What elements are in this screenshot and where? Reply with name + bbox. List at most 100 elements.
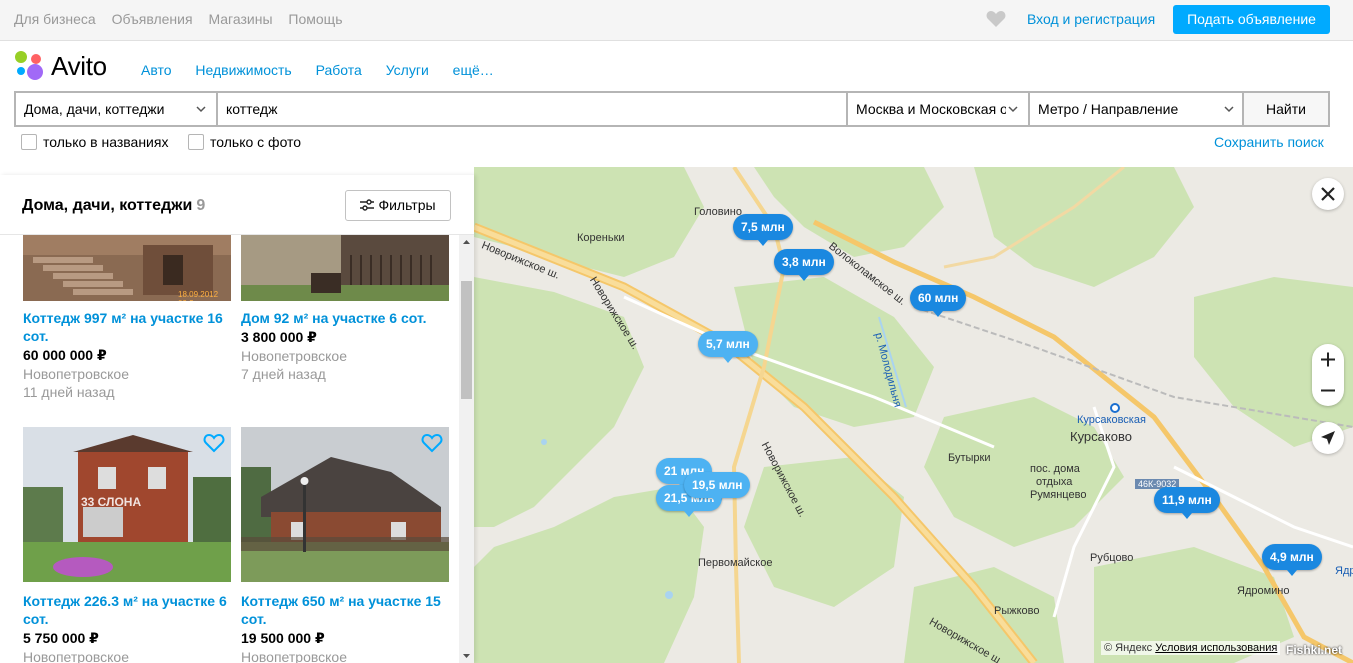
map-price-pin[interactable]: 3,8 млн — [774, 249, 834, 281]
only-titles-label: только в названиях — [43, 134, 169, 150]
login-link[interactable]: Вход и регистрация — [1027, 11, 1155, 27]
filters-button[interactable]: Фильтры — [345, 190, 451, 221]
nav-realty[interactable]: Недвижимость — [195, 62, 291, 78]
filters-label: Фильтры — [378, 197, 436, 213]
place-label: Ядромино — [1237, 585, 1290, 597]
place-label: Первомайское — [698, 557, 773, 569]
listing-location: Новопетровское — [241, 649, 347, 663]
listing-location: Новопетровское — [23, 366, 129, 382]
listing-photo[interactable] — [241, 427, 449, 582]
map-price-pin[interactable]: 5,7 млн — [698, 331, 758, 363]
listing-location: Новопетровское — [23, 649, 129, 663]
zoom-in-button[interactable] — [1312, 344, 1344, 375]
house-photo — [241, 235, 449, 301]
place-label: отдыха — [1036, 476, 1073, 488]
place-label: Бутырки — [948, 452, 991, 464]
region-select[interactable]: Москва и Московская об — [848, 93, 1030, 125]
photo-date-stamp: 18.09.2012 09:2 — [178, 290, 219, 301]
listing-title[interactable]: Дом 92 м² на участке 6 сот. — [241, 309, 449, 327]
place-label: Курсаковская — [1077, 414, 1146, 426]
map[interactable]: Головино Кореньки Курсаковская Курсаково… — [474, 167, 1353, 663]
map-close-button[interactable] — [1312, 178, 1344, 210]
region-value: Москва и Московская об — [856, 101, 1006, 117]
listing-photo[interactable]: 18.09.2012 09:2 — [23, 235, 231, 301]
top-link-business[interactable]: Для бизнеса — [14, 11, 96, 27]
listings-panel: Дома, дачи, коттеджи 9 Фильтры 18.09.2012… — [0, 175, 474, 663]
panel-title: Дома, дачи, коттеджи 9 — [22, 197, 205, 215]
search-submit-button[interactable]: Найти — [1244, 93, 1328, 125]
top-links: Для бизнеса Объявления Магазины Помощь — [14, 11, 355, 27]
map-price-pin[interactable]: 7,5 млн — [733, 214, 793, 246]
place-label: Курсаково — [1070, 429, 1132, 444]
nav-auto[interactable]: Авто — [141, 62, 172, 78]
map-copyright: © Яндекс Условия использования — [1101, 641, 1281, 655]
nav-services[interactable]: Услуги — [386, 62, 429, 78]
house-photo — [241, 427, 449, 582]
listing-price: 19 500 000 ₽ — [241, 630, 325, 646]
panel-title-text: Дома, дачи, коттеджи — [22, 197, 193, 214]
listing-photo[interactable] — [241, 235, 449, 301]
favorites-heart-icon[interactable] — [986, 10, 1006, 28]
map-price-pin[interactable]: 4,9 млн — [1262, 544, 1322, 576]
geolocation-button[interactable] — [1312, 422, 1344, 454]
category-select[interactable]: Дома, дачи, коттеджи — [16, 93, 218, 125]
close-icon — [1321, 187, 1335, 201]
listing-price: 60 000 000 ₽ — [23, 347, 107, 363]
place-label: Кореньки — [577, 232, 625, 244]
post-ad-button[interactable]: Подать объявление — [1173, 5, 1330, 34]
listing-title[interactable]: Коттедж 226.3 м² на участке 6 сот. — [23, 592, 231, 628]
favorite-heart-icon[interactable] — [203, 433, 225, 453]
sliders-icon — [360, 199, 375, 211]
listing-price: 5 750 000 ₽ — [23, 630, 99, 646]
avito-logo-dots-icon — [15, 51, 43, 80]
map-price-pin[interactable]: 19,5 млн — [684, 472, 751, 504]
place-label: Головино — [694, 206, 742, 218]
results-count: 9 — [196, 197, 206, 214]
zoom-out-button[interactable] — [1312, 375, 1344, 406]
place-label: Рубцово — [1090, 552, 1134, 564]
search-bar: Дома, дачи, коттеджи коттедж Москва и Мо… — [14, 91, 1330, 127]
logo-text: Avito — [51, 51, 107, 81]
search-query: коттедж — [226, 101, 278, 117]
checkbox-box[interactable] — [188, 134, 204, 150]
terms-link[interactable]: Условия использования — [1155, 642, 1277, 654]
save-search-link[interactable]: Сохранить поиск — [1214, 134, 1324, 150]
main-nav: Авто Недвижимость Работа Услуги ещё… — [141, 62, 514, 78]
top-link-shops[interactable]: Магазины — [208, 11, 272, 27]
map-price-pin[interactable]: 11,9 млн — [1154, 487, 1220, 519]
chevron-down-icon — [196, 106, 206, 113]
top-bar: Для бизнеса Объявления Магазины Помощь В… — [0, 0, 1353, 41]
search-input[interactable]: коттедж — [218, 93, 848, 125]
only-titles-checkbox[interactable]: только в названиях — [21, 134, 168, 150]
metro-value: Метро / Направление — [1038, 101, 1179, 117]
panel-header: Дома, дачи, коттеджи 9 Фильтры — [0, 175, 474, 235]
checkbox-box[interactable] — [21, 134, 37, 150]
only-photo-checkbox[interactable]: только с фото — [188, 134, 301, 150]
listing-date: 7 дней назад — [241, 366, 326, 382]
place-label: Румянцево — [1030, 489, 1087, 501]
place-label: Рыжково — [994, 605, 1040, 617]
copyright-text: © Яндекс — [1104, 642, 1153, 654]
listing-title[interactable]: Коттедж 997 м² на участке 16 сот. — [23, 309, 231, 345]
metro-select[interactable]: Метро / Направление — [1030, 93, 1244, 125]
listing-date: 11 дней назад — [23, 384, 115, 400]
zoom-control — [1312, 344, 1344, 406]
favorite-heart-icon[interactable] — [421, 433, 443, 453]
top-link-ads[interactable]: Объявления — [112, 11, 193, 27]
plus-icon — [1321, 352, 1335, 367]
place-label: пос. дома — [1030, 463, 1080, 475]
scroll-up-icon[interactable] — [459, 237, 474, 247]
listings-scrollbar[interactable] — [459, 235, 474, 663]
listing-photo[interactable]: 33 СЛОНА — [23, 427, 231, 582]
minus-icon — [1321, 389, 1335, 392]
map-price-pin[interactable]: 60 млн — [910, 285, 967, 317]
location-arrow-icon — [1321, 431, 1335, 445]
nav-more[interactable]: ещё… — [453, 62, 494, 78]
category-value: Дома, дачи, коттеджи — [24, 101, 165, 117]
nav-job[interactable]: Работа — [316, 62, 362, 78]
scrollbar-thumb[interactable] — [461, 281, 472, 399]
top-link-help[interactable]: Помощь — [288, 11, 342, 27]
only-photo-label: только с фото — [210, 134, 302, 150]
scroll-down-icon[interactable] — [459, 651, 474, 661]
listing-title[interactable]: Коттедж 650 м² на участке 15 сот. — [241, 592, 449, 628]
